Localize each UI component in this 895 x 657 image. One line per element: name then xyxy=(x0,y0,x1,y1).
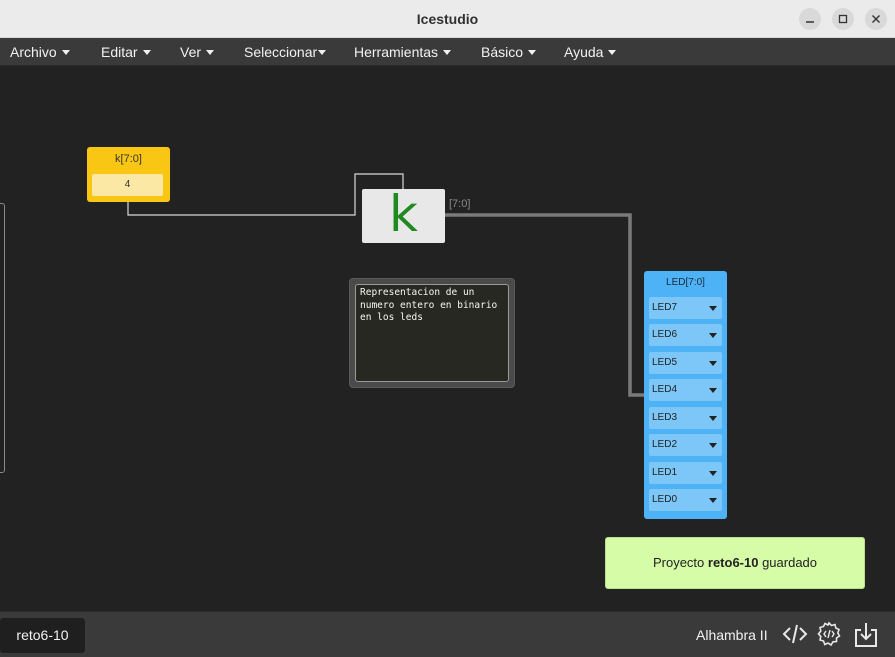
constant-symbol: k xyxy=(389,185,418,243)
menu-archivo-label: Archivo xyxy=(10,44,57,60)
menu-archivo[interactable]: Archivo xyxy=(10,44,70,60)
close-button[interactable] xyxy=(865,8,887,30)
output-block-label: LED[7:0] xyxy=(666,277,705,288)
bus-width-label: [7:0] xyxy=(449,198,471,210)
comment-block[interactable]: Representacion de un numero entero en bi… xyxy=(349,278,515,388)
pin-label: LED4 xyxy=(652,384,678,395)
caret-down-icon xyxy=(608,50,617,55)
code-icon[interactable] xyxy=(782,621,808,647)
menu-basico-label: Básico xyxy=(481,44,524,60)
dropdown-arrow-icon xyxy=(709,416,717,421)
dropdown-arrow-icon xyxy=(709,361,717,366)
pin-select-led6[interactable]: LED6 xyxy=(649,324,722,346)
pin-select-led0[interactable]: LED0 xyxy=(649,489,722,511)
input-block-k[interactable]: k[7:0] 4 xyxy=(87,147,170,202)
menu-ver[interactable]: Ver xyxy=(180,44,215,60)
pin-label: LED5 xyxy=(652,357,678,368)
title-bar: Icestudio xyxy=(0,0,895,38)
pin-select-led7[interactable]: LED7 xyxy=(649,297,722,319)
caret-down-icon xyxy=(206,50,215,55)
pin-label: LED1 xyxy=(652,467,678,478)
pin-select-led5[interactable]: LED5 xyxy=(649,352,722,374)
output-block-led[interactable]: LED[7:0] LED7 LED6 LED5 LED4 LED3 LED2 L… xyxy=(644,271,727,519)
menu-editar[interactable]: Editar xyxy=(101,44,151,60)
caret-down-icon xyxy=(61,50,70,55)
menu-seleccionar-label: Seleccionar xyxy=(244,44,318,60)
menu-seleccionar[interactable]: Seleccionar xyxy=(244,44,327,60)
comment-text[interactable]: Representacion de un numero entero en bi… xyxy=(355,284,509,382)
caret-down-icon xyxy=(142,50,151,55)
window-title: Icestudio xyxy=(416,11,479,27)
menu-herramientas[interactable]: Herramientas xyxy=(354,44,452,60)
pin-select-led4[interactable]: LED4 xyxy=(649,379,722,401)
caret-down-icon xyxy=(528,50,537,55)
dropdown-arrow-icon xyxy=(709,388,717,393)
dropdown-arrow-icon xyxy=(709,333,717,338)
settings-code-icon[interactable] xyxy=(816,621,842,647)
download-icon[interactable] xyxy=(853,621,879,649)
menu-basico[interactable]: Básico xyxy=(481,44,537,60)
input-block-value-field[interactable]: 4 xyxy=(92,174,163,196)
maximize-icon xyxy=(838,14,848,24)
caret-down-icon xyxy=(443,50,452,55)
minimize-button[interactable] xyxy=(799,8,821,30)
toast-prefix: Proyecto xyxy=(652,555,708,570)
menu-bar: Archivo Editar Ver Seleccionar Herramien… xyxy=(0,38,895,66)
minimize-icon xyxy=(806,21,814,23)
close-icon xyxy=(872,15,880,23)
maximize-button[interactable] xyxy=(832,8,854,30)
dropdown-arrow-icon xyxy=(709,443,717,448)
pin-select-led1[interactable]: LED1 xyxy=(649,462,722,484)
toast-project-name: reto6-10 xyxy=(707,555,759,570)
pin-label: LED7 xyxy=(652,302,678,313)
input-block-label: k[7:0] xyxy=(115,153,142,165)
pin-label: LED3 xyxy=(652,412,678,423)
pin-select-led2[interactable]: LED2 xyxy=(649,434,722,456)
saved-notification[interactable]: Proyecto reto6-10 guardado xyxy=(605,537,865,589)
menu-editar-label: Editar xyxy=(101,44,138,60)
footer-bar: reto6-10 Alhambra II xyxy=(0,611,895,657)
constant-block-k[interactable]: k xyxy=(362,185,445,243)
menu-ver-label: Ver xyxy=(180,44,202,60)
dropdown-arrow-icon xyxy=(709,306,717,311)
menu-herramientas-label: Herramientas xyxy=(354,44,439,60)
dropdown-arrow-icon xyxy=(709,498,717,503)
toast-suffix: guardado xyxy=(758,555,818,570)
pin-label: LED6 xyxy=(652,329,678,340)
pin-label: LED0 xyxy=(652,494,678,505)
pin-select-led3[interactable]: LED3 xyxy=(649,407,722,429)
board-selector[interactable]: Alhambra II xyxy=(696,627,768,643)
menu-ayuda-label: Ayuda xyxy=(564,44,604,60)
caret-down-icon xyxy=(318,50,327,55)
project-name-tab[interactable]: reto6-10 xyxy=(0,618,85,653)
design-canvas[interactable]: k[7:0] 4 k [7:0] Representacion de un nu… xyxy=(0,66,895,611)
side-panel-edge[interactable] xyxy=(0,203,5,473)
menu-ayuda[interactable]: Ayuda xyxy=(564,44,617,60)
dropdown-arrow-icon xyxy=(709,471,717,476)
pin-label: LED2 xyxy=(652,439,678,450)
